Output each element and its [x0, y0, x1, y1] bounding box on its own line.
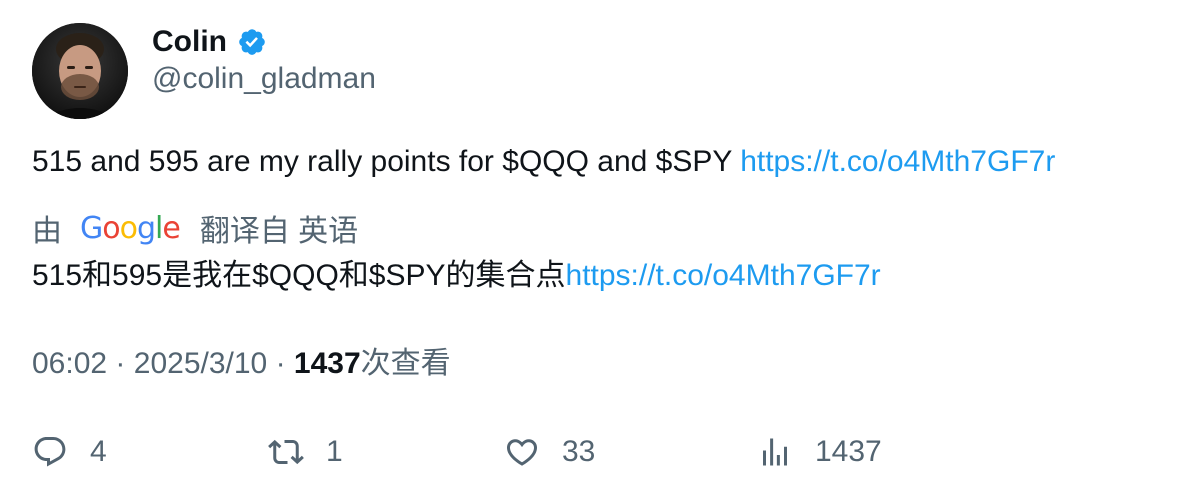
- like-count: 33: [562, 435, 596, 468]
- tweet-card: Colin @colin_gladman 515 and 595 are my …: [0, 0, 1196, 498]
- action-bar: 4 1 33 1437: [0, 430, 1196, 474]
- views-action-count: 1437: [815, 435, 882, 468]
- analytics-icon: [763, 438, 787, 466]
- views-count: 1437: [293, 347, 361, 380]
- translated-link[interactable]: https://t.co/o4Mth7GF7r: [566, 259, 881, 292]
- reply-button[interactable]: 4: [32, 430, 107, 474]
- translated-text: 515和595是我在$QQQ和$SPY的集合点https://t.co/o4Mt…: [32, 256, 881, 296]
- translation-prefix: 由: [32, 215, 62, 248]
- translation-suffix: 翻译自 英语: [199, 215, 359, 248]
- avatar[interactable]: [32, 23, 128, 119]
- translated-body: 515和595是我在$QQQ和$SPY的集合点: [32, 259, 566, 292]
- author-handle[interactable]: @colin_gladman: [152, 62, 376, 96]
- retweet-icon: [268, 439, 304, 465]
- retweet-button[interactable]: 1: [268, 430, 343, 474]
- tweet-time[interactable]: 06:02: [32, 347, 107, 380]
- tweet-meta: 06:02 · 2025/3/10 · 1437次查看: [32, 344, 451, 384]
- avatar-photo-icon: [32, 23, 128, 119]
- views-label: 次查看: [360, 347, 451, 380]
- translation-attribution: 由 Google 翻译自 英语: [32, 208, 359, 249]
- meta-separator: ·: [115, 347, 126, 380]
- retweet-count: 1: [326, 435, 343, 468]
- verified-badge-icon[interactable]: [237, 27, 267, 57]
- views-button[interactable]: 1437: [757, 430, 882, 474]
- tweet-link[interactable]: https://t.co/o4Mth7GF7r: [740, 145, 1055, 178]
- like-button[interactable]: 33: [504, 430, 595, 474]
- meta-separator: ·: [275, 347, 286, 380]
- reply-count: 4: [90, 435, 107, 468]
- google-logo: Google: [80, 210, 181, 246]
- display-name[interactable]: Colin: [152, 25, 227, 59]
- tweet-date[interactable]: 2025/3/10: [134, 347, 267, 380]
- heart-icon: [506, 439, 538, 466]
- reply-icon: [34, 437, 66, 467]
- tweet-body: 515 and 595 are my rally points for $QQQ…: [32, 145, 741, 178]
- tweet-text: 515 and 595 are my rally points for $QQQ…: [32, 142, 1055, 182]
- author-name-row: Colin: [152, 22, 267, 62]
